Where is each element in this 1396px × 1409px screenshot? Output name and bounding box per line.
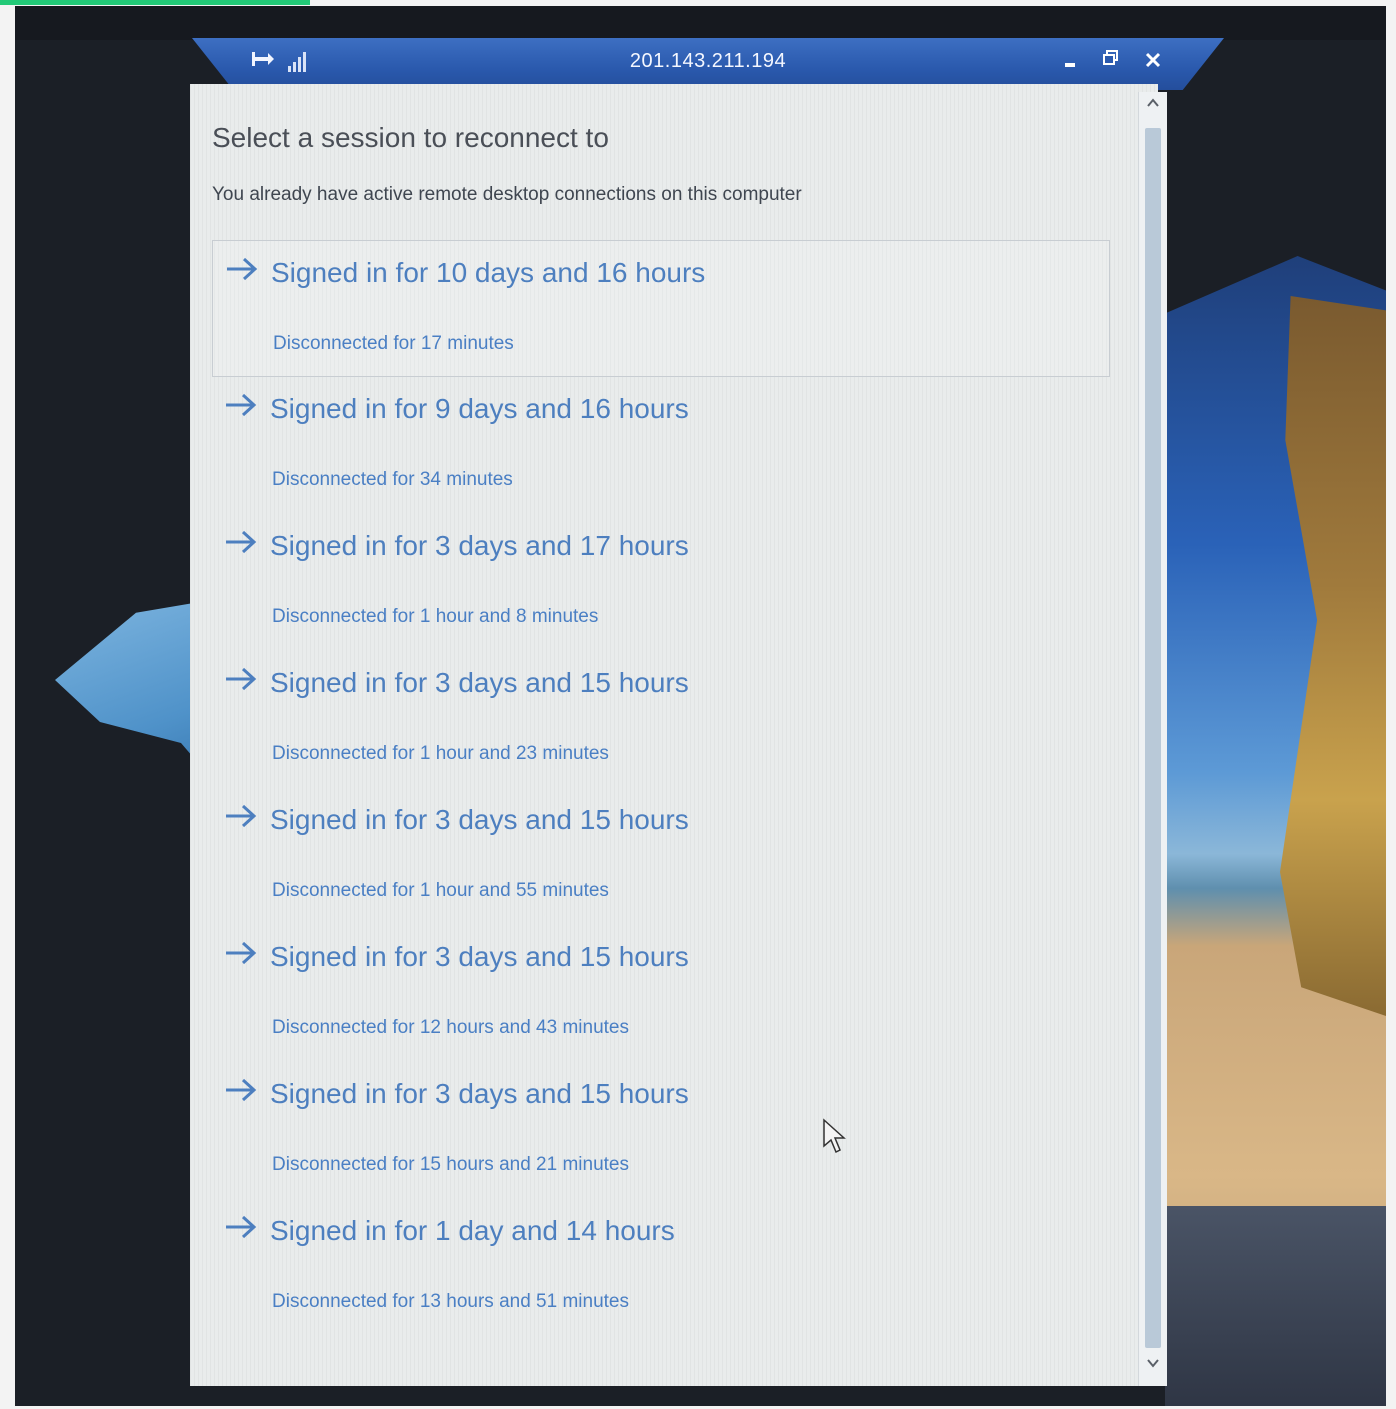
dialog-title: Select a session to reconnect to (212, 122, 609, 153)
session-dialog: Select a session to reconnect to You alr… (190, 84, 1158, 1386)
session-disconnected: Disconnected for 34 minutes (272, 469, 513, 490)
connection-bar: 201.143.211.194 (192, 38, 1224, 90)
session-signed-in: Signed in for 9 days and 16 hours (270, 393, 689, 424)
session-disconnected: Disconnected for 13 hours and 51 minutes (272, 1291, 629, 1312)
session-disconnected: Disconnected for 1 hour and 23 minutes (272, 743, 609, 764)
session-disconnected: Disconnected for 17 minutes (273, 333, 514, 354)
restore-icon (1103, 50, 1118, 65)
session-signed-in: Signed in for 1 day and 14 hours (270, 1215, 675, 1246)
mouse-pointer-icon (823, 1118, 846, 1154)
session-signed-in: Signed in for 3 days and 15 hours (270, 941, 689, 972)
session-signed-in: Signed in for 10 days and 16 hours (271, 257, 706, 288)
arrow-right-icon (226, 1078, 257, 1102)
arrow-right-icon (226, 667, 257, 691)
minimize-icon (1065, 63, 1075, 67)
session-list: Signed in for 10 days and 16 hours Disco… (212, 240, 1110, 1336)
session-disconnected: Disconnected for 15 hours and 21 minutes (272, 1154, 629, 1175)
wallpaper-shadow (1165, 1206, 1386, 1406)
session-item[interactable]: Signed in for 1 day and 14 hours Disconn… (212, 1199, 1110, 1336)
close-icon (1145, 52, 1161, 68)
session-item[interactable]: Signed in for 3 days and 15 hours Discon… (212, 925, 1110, 1062)
arrow-right-icon (226, 941, 257, 965)
session-signed-in: Signed in for 3 days and 15 hours (270, 667, 689, 698)
session-disconnected: Disconnected for 1 hour and 8 minutes (272, 606, 599, 627)
chevron-up-icon (1147, 98, 1159, 107)
session-item[interactable]: Signed in for 10 days and 16 hours Disco… (212, 240, 1110, 377)
arrow-right-icon (226, 1215, 257, 1239)
arrow-right-icon (226, 393, 257, 417)
top-accent-bar (0, 0, 310, 5)
scroll-up-button[interactable] (1139, 96, 1167, 122)
close-button[interactable] (1138, 46, 1168, 76)
arrow-right-icon (226, 804, 257, 828)
session-item[interactable]: Signed in for 9 days and 16 hours Discon… (212, 377, 1110, 514)
chevron-down-icon (1147, 1359, 1159, 1368)
arrow-right-icon (226, 530, 257, 554)
session-item[interactable]: Signed in for 3 days and 15 hours Discon… (212, 788, 1110, 925)
minimize-button[interactable] (1056, 46, 1086, 76)
session-item[interactable]: Signed in for 3 days and 15 hours Discon… (212, 651, 1110, 788)
session-item[interactable]: Signed in for 3 days and 15 hours Discon… (212, 1062, 1110, 1199)
vertical-scrollbar[interactable] (1138, 92, 1167, 1386)
session-disconnected: Disconnected for 12 hours and 43 minutes (272, 1017, 629, 1038)
screen-top-band (15, 6, 1386, 40)
session-signed-in: Signed in for 3 days and 15 hours (270, 804, 689, 835)
restore-button[interactable] (1096, 46, 1126, 76)
scroll-down-button[interactable] (1139, 1356, 1167, 1382)
session-signed-in: Signed in for 3 days and 15 hours (270, 1078, 689, 1109)
scroll-thumb[interactable] (1145, 128, 1161, 1348)
session-item[interactable]: Signed in for 3 days and 17 hours Discon… (212, 514, 1110, 651)
arrow-right-icon (227, 257, 258, 281)
session-disconnected: Disconnected for 1 hour and 55 minutes (272, 880, 609, 901)
session-signed-in: Signed in for 3 days and 17 hours (270, 530, 689, 561)
dialog-subtitle: You already have active remote desktop c… (212, 184, 802, 205)
